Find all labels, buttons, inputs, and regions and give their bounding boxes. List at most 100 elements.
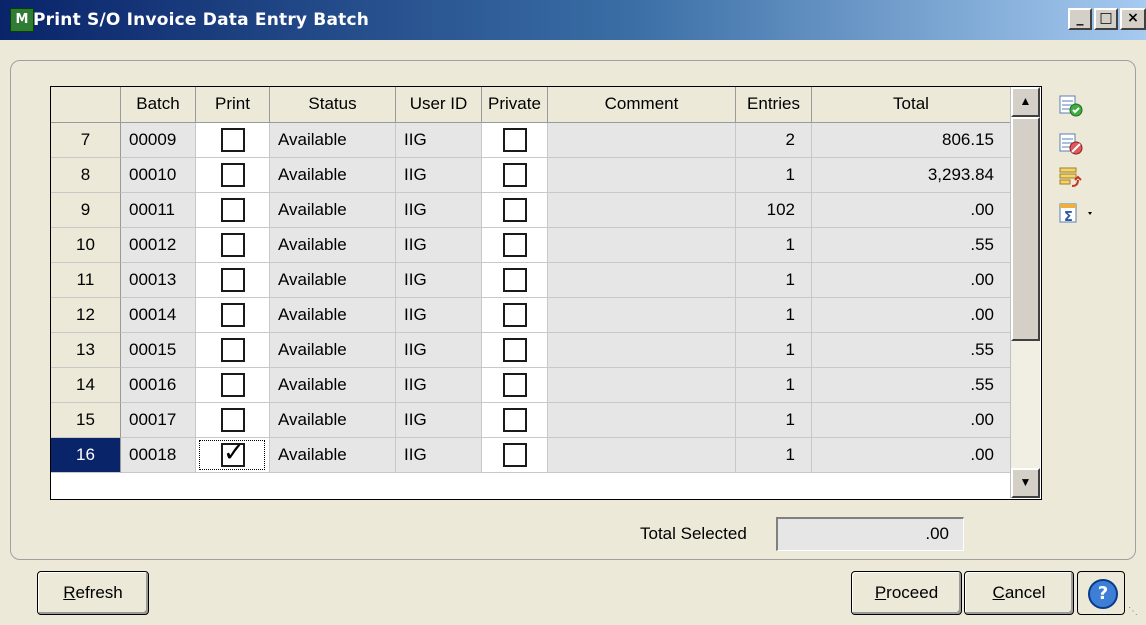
table-cell-status[interactable]: Available bbox=[270, 158, 396, 193]
private-checkbox[interactable] bbox=[503, 163, 527, 187]
table-cell-comment[interactable] bbox=[548, 368, 736, 403]
table-cell-private[interactable] bbox=[482, 263, 548, 298]
table-cell-print[interactable] bbox=[196, 228, 270, 263]
batch-grid[interactable]: Batch Print Status User ID Private Comment Ent… bbox=[50, 86, 1042, 500]
table-cell-comment[interactable] bbox=[548, 298, 736, 333]
row-header[interactable]: 8 bbox=[51, 158, 121, 193]
totals-dropdown-icon[interactable]: Σ bbox=[1058, 202, 1098, 226]
table-cell-entries[interactable]: 1 bbox=[736, 333, 812, 368]
table-cell-status[interactable]: Available bbox=[270, 193, 396, 228]
row-header[interactable]: 7 bbox=[51, 123, 121, 158]
private-checkbox[interactable] bbox=[503, 198, 527, 222]
table-cell-entries[interactable]: 1 bbox=[736, 263, 812, 298]
scroll-up-button[interactable]: ▲ bbox=[1011, 87, 1040, 117]
print-checkbox[interactable] bbox=[221, 268, 245, 292]
table-cell-total[interactable]: .00 bbox=[812, 403, 1011, 438]
table-cell-batch[interactable]: 00017 bbox=[121, 403, 196, 438]
table-cell-private[interactable] bbox=[482, 333, 548, 368]
scroll-down-button[interactable]: ▼ bbox=[1011, 468, 1040, 498]
table-cell-private[interactable] bbox=[482, 228, 548, 263]
print-checkbox[interactable] bbox=[221, 198, 245, 222]
help-button[interactable]: ? bbox=[1077, 571, 1125, 615]
table-cell-status[interactable]: Available bbox=[270, 228, 396, 263]
table-cell-batch[interactable]: 00015 bbox=[121, 333, 196, 368]
table-cell-print[interactable] bbox=[196, 438, 270, 473]
table-cell-entries[interactable]: 1 bbox=[736, 438, 812, 473]
proceed-button[interactable]: Proceed bbox=[851, 571, 962, 615]
table-cell-comment[interactable] bbox=[548, 193, 736, 228]
column-header-user-id[interactable]: User ID bbox=[396, 87, 482, 123]
table-cell-user-id[interactable]: IIG bbox=[396, 368, 482, 403]
table-cell-entries[interactable]: 1 bbox=[736, 403, 812, 438]
resize-grip-icon[interactable]: ⋱ bbox=[1128, 606, 1144, 622]
row-header[interactable]: 11 bbox=[51, 263, 121, 298]
table-cell-batch[interactable]: 00013 bbox=[121, 263, 196, 298]
row-header[interactable]: 12 bbox=[51, 298, 121, 333]
private-checkbox[interactable] bbox=[503, 443, 527, 467]
clear-all-icon[interactable] bbox=[1058, 132, 1084, 156]
table-cell-private[interactable] bbox=[482, 193, 548, 228]
table-cell-print[interactable] bbox=[196, 193, 270, 228]
table-cell-print[interactable] bbox=[196, 333, 270, 368]
row-header[interactable]: 13 bbox=[51, 333, 121, 368]
column-header-entries[interactable]: Entries bbox=[736, 87, 812, 123]
table-cell-batch[interactable]: 00010 bbox=[121, 158, 196, 193]
table-cell-entries[interactable]: 1 bbox=[736, 228, 812, 263]
table-cell-user-id[interactable]: IIG bbox=[396, 158, 482, 193]
table-cell-total[interactable]: .00 bbox=[812, 298, 1011, 333]
table-cell-total[interactable]: 806.15 bbox=[812, 123, 1011, 158]
print-checkbox[interactable] bbox=[221, 233, 245, 257]
table-cell-private[interactable] bbox=[482, 368, 548, 403]
table-cell-status[interactable]: Available bbox=[270, 368, 396, 403]
private-checkbox[interactable] bbox=[503, 128, 527, 152]
table-cell-status[interactable]: Available bbox=[270, 403, 396, 438]
table-cell-comment[interactable] bbox=[548, 158, 736, 193]
table-cell-batch[interactable]: 00011 bbox=[121, 193, 196, 228]
table-cell-entries[interactable]: 102 bbox=[736, 193, 812, 228]
table-cell-user-id[interactable]: IIG bbox=[396, 263, 482, 298]
table-cell-comment[interactable] bbox=[548, 228, 736, 263]
table-cell-entries[interactable]: 1 bbox=[736, 158, 812, 193]
table-cell-comment[interactable] bbox=[548, 403, 736, 438]
column-header-print[interactable]: Print bbox=[196, 87, 270, 123]
table-cell-total[interactable]: .00 bbox=[812, 438, 1011, 473]
row-header[interactable]: 15 bbox=[51, 403, 121, 438]
maximize-button[interactable]: □ bbox=[1094, 8, 1118, 30]
table-cell-total[interactable]: .55 bbox=[812, 333, 1011, 368]
table-cell-private[interactable] bbox=[482, 123, 548, 158]
table-cell-status[interactable]: Available bbox=[270, 333, 396, 368]
private-checkbox[interactable] bbox=[503, 338, 527, 362]
table-cell-comment[interactable] bbox=[548, 123, 736, 158]
table-cell-batch[interactable]: 00009 bbox=[121, 123, 196, 158]
row-header[interactable]: 14 bbox=[51, 368, 121, 403]
table-cell-entries[interactable]: 2 bbox=[736, 123, 812, 158]
table-cell-user-id[interactable]: IIG bbox=[396, 438, 482, 473]
column-header-private[interactable]: Private bbox=[482, 87, 548, 123]
print-checkbox[interactable] bbox=[221, 408, 245, 432]
private-checkbox[interactable] bbox=[503, 408, 527, 432]
table-cell-user-id[interactable]: IIG bbox=[396, 298, 482, 333]
select-all-icon[interactable] bbox=[1058, 94, 1084, 118]
table-cell-user-id[interactable]: IIG bbox=[396, 123, 482, 158]
table-cell-print[interactable] bbox=[196, 298, 270, 333]
batch-link-icon[interactable] bbox=[1058, 166, 1084, 190]
print-checkbox[interactable] bbox=[221, 338, 245, 362]
table-cell-total[interactable]: .00 bbox=[812, 263, 1011, 298]
row-header[interactable]: 16 bbox=[51, 438, 121, 473]
table-cell-comment[interactable] bbox=[548, 333, 736, 368]
row-header[interactable]: 10 bbox=[51, 228, 121, 263]
column-header-total[interactable]: Total bbox=[812, 87, 1011, 123]
private-checkbox[interactable] bbox=[503, 373, 527, 397]
row-header[interactable]: 9 bbox=[51, 193, 121, 228]
close-button[interactable]: × bbox=[1120, 8, 1146, 30]
table-cell-print[interactable] bbox=[196, 158, 270, 193]
print-checkbox[interactable] bbox=[221, 373, 245, 397]
table-cell-comment[interactable] bbox=[548, 438, 736, 473]
table-cell-total[interactable]: .55 bbox=[812, 228, 1011, 263]
print-checkbox[interactable] bbox=[221, 128, 245, 152]
table-cell-print[interactable] bbox=[196, 123, 270, 158]
table-cell-total[interactable]: .55 bbox=[812, 368, 1011, 403]
private-checkbox[interactable] bbox=[503, 268, 527, 292]
scroll-thumb[interactable] bbox=[1011, 117, 1040, 341]
column-header-row-number[interactable] bbox=[51, 87, 121, 123]
